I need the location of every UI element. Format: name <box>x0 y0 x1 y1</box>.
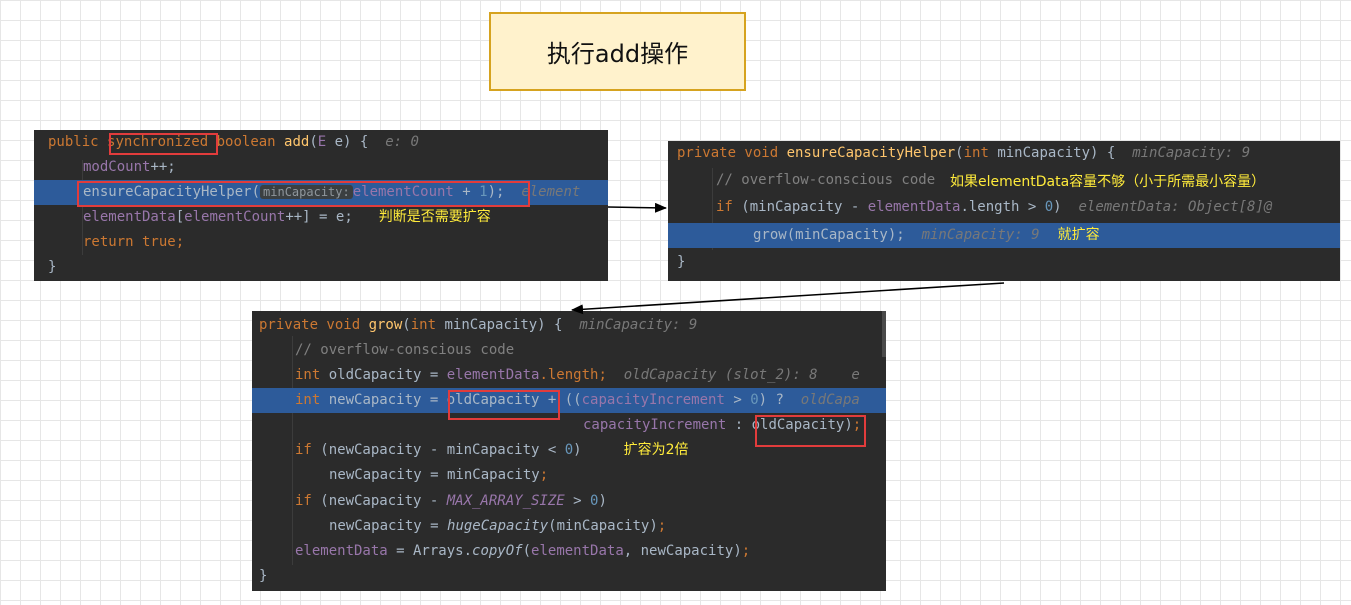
code-line-old-capacity: int oldCapacity = elementData.length; ol… <box>295 367 860 383</box>
code-line-close: } <box>677 254 686 270</box>
code-line-huge-capacity: newCapacity = hugeCapacity(minCapacity); <box>329 518 667 534</box>
arrow-add-to-helper <box>607 202 667 213</box>
arrow-helper-to-grow <box>571 282 1005 315</box>
code-line-close: } <box>48 259 57 275</box>
code-line-return: return true; <box>83 234 185 250</box>
code-panel-ensure-capacity-helper: private void ensureCapacityHelper(int mi… <box>668 141 1340 281</box>
note-double: 扩容为2倍 <box>623 442 689 458</box>
code-line-signature: private void grow(int minCapacity) { min… <box>259 317 698 333</box>
title-box: 执行add操作 <box>489 12 746 91</box>
code-line-signature: private void ensureCapacityHelper(int mi… <box>677 145 1251 161</box>
highlight-old-capacity-1 <box>448 390 560 420</box>
code-panel-grow: private void grow(int minCapacity) { min… <box>252 311 886 591</box>
code-line-if-max: if (newCapacity - MAX_ARRAY_SIZE > 0) <box>295 493 607 509</box>
code-line-if: if (minCapacity - elementData.length > 0… <box>716 199 1273 215</box>
code-line-new-capacity: int newCapacity = oldCapacity + ((capaci… <box>252 388 886 413</box>
note-then-expand: 就扩容 <box>1057 227 1100 243</box>
highlight-synchronized <box>109 133 218 155</box>
diagram-title: 执行add操作 <box>546 40 689 68</box>
scrollbar-thumb[interactable] <box>882 311 886 357</box>
code-line-assign: elementData[elementCount++] = e; 判断是否需要扩容 <box>83 209 491 225</box>
highlight-ensure-call <box>77 181 530 207</box>
code-line-copy-of: elementData = Arrays.copyOf(elementData,… <box>295 543 751 559</box>
code-line-assign-min: newCapacity = minCapacity; <box>329 467 549 483</box>
note-if-not-enough: 如果elementData容量不够（小于所需最小容量） <box>950 172 1270 192</box>
note-check-expand: 判断是否需要扩容 <box>378 209 491 225</box>
code-line-comment: // overflow-conscious code <box>295 342 515 358</box>
highlight-old-capacity-2 <box>755 415 866 447</box>
code-line-grow-call: grow(minCapacity); minCapacity: 9 就扩容 <box>668 223 1340 248</box>
code-line-close: } <box>259 568 268 584</box>
code-line-modcount: modCount++; <box>83 159 176 175</box>
